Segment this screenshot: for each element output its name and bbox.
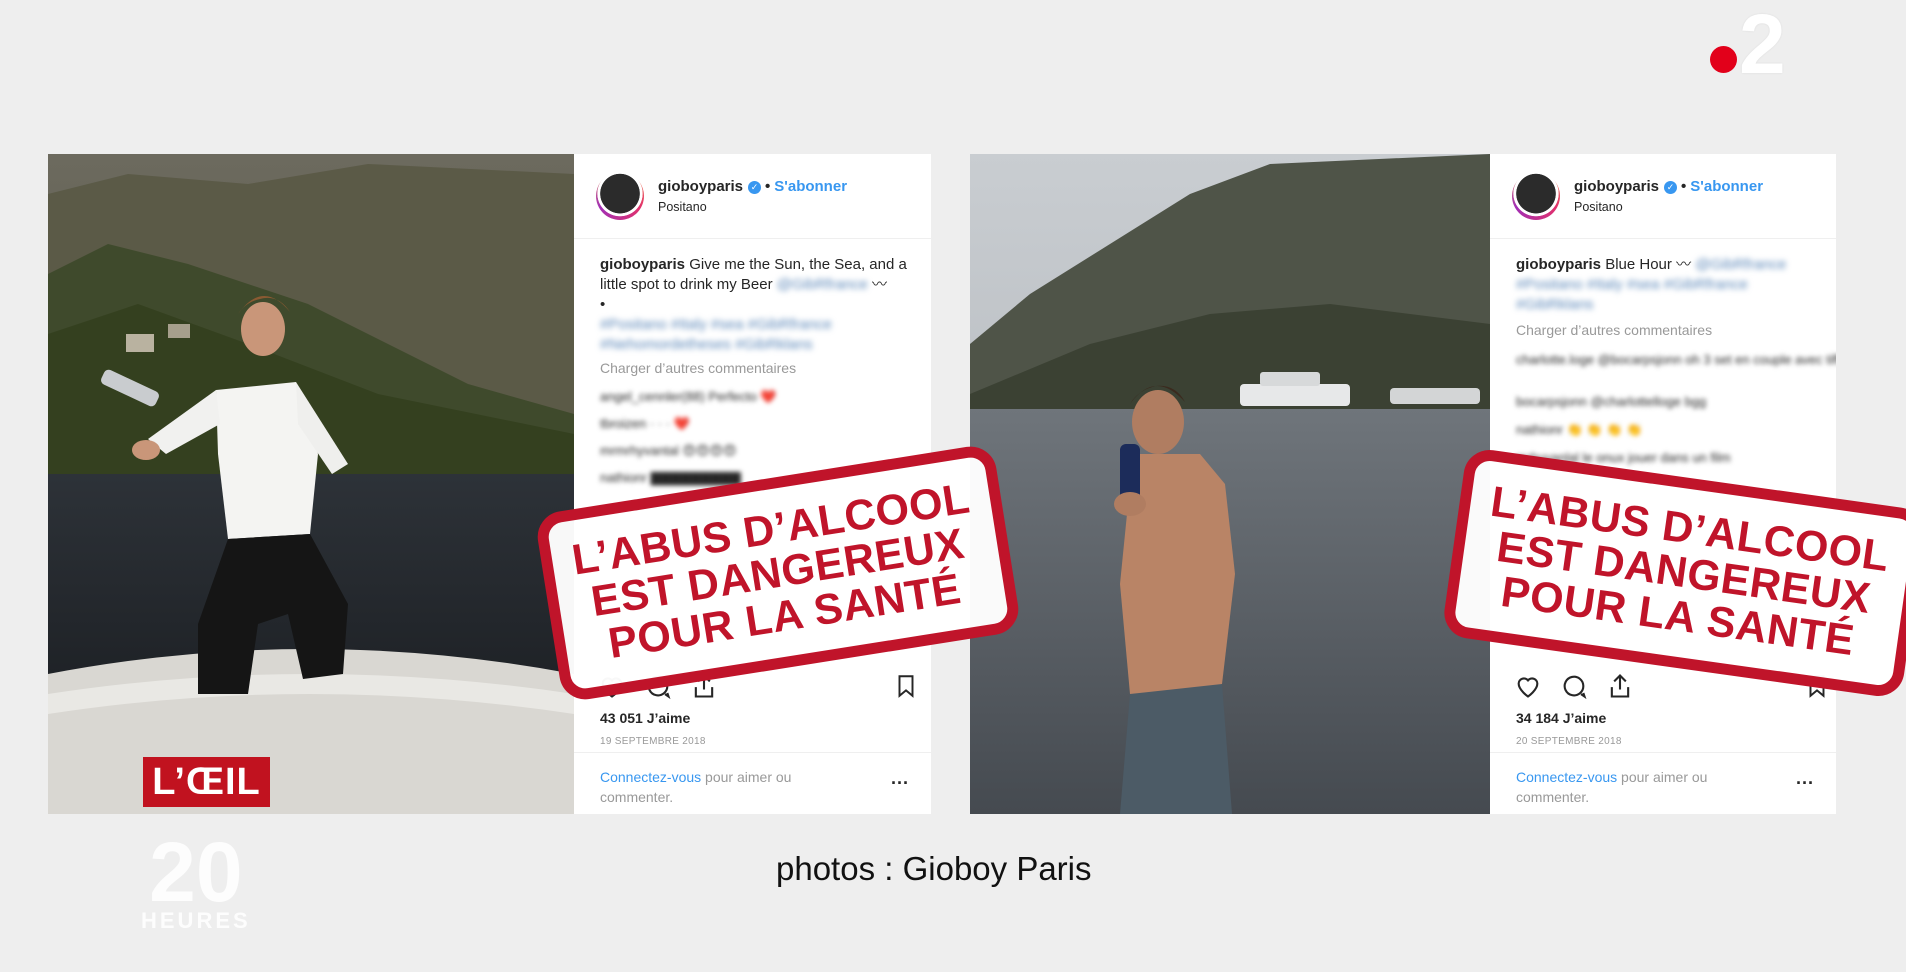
follow-button[interactable]: S'abonner: [774, 178, 847, 195]
comment-item: charlotte.loge @bocarpsjonn oh 3 set en …: [1516, 352, 1836, 367]
caption-mention[interactable]: @GibRfrance: [777, 276, 868, 293]
comment-item: angel_cennler(88) Perfecto ❤️: [600, 389, 777, 404]
login-link[interactable]: Connectez-vous: [600, 769, 701, 785]
verified-badge-icon: ✓: [1664, 181, 1678, 194]
caption-bullet: •: [600, 296, 606, 313]
post-2-header: gioboyparis ✓ • S'abonner Positano: [1490, 154, 1836, 239]
post-1-caption: gioboyparis Give me the Sun, the Sea, an…: [600, 255, 911, 355]
separator-dot: •: [1681, 178, 1687, 195]
comment-item: nathionr 👏 👏 👏 👏: [1516, 422, 1643, 437]
post-date: 19 SEPTEMBRE 2018: [600, 736, 706, 747]
login-prompt: Connectez-vous pour aimer ou commenter.: [600, 767, 860, 807]
post-date: 20 SEPTEMBRE 2018: [1516, 736, 1622, 747]
photo-credit: photos : Gioboy Paris: [776, 850, 1092, 887]
caption-username[interactable]: gioboyparis: [1516, 256, 1601, 273]
post-2-photo: [970, 154, 1490, 814]
verified-badge-icon: ✓: [748, 181, 762, 194]
comment-icon[interactable]: [1560, 672, 1588, 700]
more-options-button[interactable]: ···: [891, 773, 909, 794]
post-1-image: [48, 154, 574, 814]
login-prompt: Connectez-vous pour aimer ou commenter.: [1516, 767, 1776, 807]
username-link[interactable]: gioboyparis: [658, 178, 743, 195]
heart-icon[interactable]: [1514, 672, 1542, 700]
location-link[interactable]: Positano: [658, 200, 707, 214]
wave-icon: 〰: [1676, 256, 1692, 273]
logo-number: 2: [1739, 0, 1786, 91]
post-2-footer: Connectez-vous pour aimer ou commenter. …: [1490, 752, 1836, 814]
caption-text: Blue Hour: [1605, 256, 1672, 273]
france2-logo: 2: [1710, 2, 1790, 92]
post-1-footer: Connectez-vous pour aimer ou commenter. …: [574, 752, 931, 814]
username-link[interactable]: gioboyparis: [1574, 178, 1659, 195]
watermark-number: 20: [149, 825, 243, 919]
wave-icon: 〰: [872, 276, 888, 293]
caption-username[interactable]: gioboyparis: [600, 256, 685, 273]
load-more-comments[interactable]: Charger d’autres commentaires: [1516, 322, 1712, 338]
share-icon[interactable]: [1606, 672, 1634, 700]
follow-button[interactable]: S'abonner: [1690, 178, 1763, 195]
location-link[interactable]: Positano: [1574, 200, 1623, 214]
avatar[interactable]: [596, 172, 644, 220]
caption-hashtags[interactable]: #Positano #Italy #sea #GibRfrance #Nehom…: [600, 316, 832, 353]
load-more-comments[interactable]: Charger d’autres commentaires: [600, 360, 796, 376]
post-1-photo: [48, 154, 574, 814]
likes-count[interactable]: 43 051 J’aime: [600, 710, 690, 726]
avatar[interactable]: [1512, 172, 1560, 220]
separator-dot: •: [765, 178, 771, 195]
20h-watermark: 20 HEURES: [141, 825, 251, 933]
post-1-username-row: gioboyparis ✓ • S'abonner: [658, 178, 847, 195]
post-2-caption: gioboyparis Blue Hour 〰 @GibRfrance #Pos…: [1516, 255, 1816, 315]
logo-dot: [1710, 46, 1737, 73]
comment-item: bocarpsjonn @charlottelloge bgg: [1516, 394, 1707, 409]
watermark-word: HEURES: [141, 908, 251, 933]
comment-item: tbroizen · · · ❤️: [600, 416, 690, 431]
post-1-header: gioboyparis ✓ • S'abonner Positano: [574, 154, 931, 239]
caption-hashtags[interactable]: #Positano #Italy #sea #GibRfrance #GibRk…: [1516, 276, 1748, 313]
post-2-username-row: gioboyparis ✓ • S'abonner: [1574, 178, 1763, 195]
bookmark-icon[interactable]: [893, 672, 919, 700]
comment-item: nathionr ▇▇▇▇▇▇▇▇▇: [600, 470, 741, 485]
more-options-button[interactable]: ···: [1796, 773, 1814, 794]
oeil-segment-tag: L’ŒIL: [143, 757, 270, 807]
likes-count[interactable]: 34 184 J’aime: [1516, 710, 1606, 726]
post-2-image: [970, 154, 1490, 814]
caption-mention[interactable]: @GibRfrance: [1695, 256, 1786, 273]
login-link[interactable]: Connectez-vous: [1516, 769, 1617, 785]
comment-item: mrmrhyvantal 😍😍😍😍: [600, 443, 737, 458]
